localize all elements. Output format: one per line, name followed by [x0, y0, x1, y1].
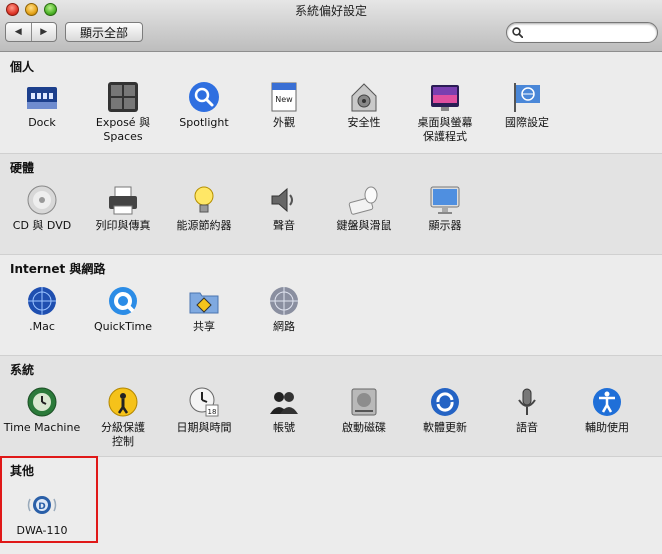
svg-text:New: New	[275, 95, 293, 104]
pref-label: 共享	[193, 320, 215, 333]
quicktime-icon	[106, 284, 140, 318]
accounts-icon	[267, 385, 301, 419]
cd-dvd-icon	[25, 183, 59, 217]
sharing-icon	[187, 284, 221, 318]
pref-appearance[interactable]: New 外觀	[244, 80, 324, 130]
pref-label: 日期與時間	[176, 421, 232, 434]
pref-parental-controls[interactable]: 分級保護 控制	[83, 385, 163, 449]
pref-label: 顯示器	[428, 219, 462, 232]
pref-energy-saver[interactable]: 能源節約器	[164, 183, 244, 233]
section-title: Internet 與網路	[10, 262, 106, 276]
section-title: 硬體	[10, 161, 35, 175]
section-other: 其他 D DWA-110	[0, 456, 662, 554]
date-time-icon: 18	[187, 385, 221, 419]
pref-label: 國際設定	[505, 116, 549, 129]
print-fax-icon	[106, 183, 140, 217]
section-personal: 個人 Dock Exposé 與 Spaces Spotlight New 外觀…	[0, 53, 662, 153]
time-machine-icon	[25, 385, 59, 419]
pref-startup-disk[interactable]: 啟動磁碟	[324, 385, 404, 435]
pref-label: 安全性	[347, 116, 381, 129]
pref-label: 分級保護 控制	[101, 421, 145, 448]
pref-quicktime[interactable]: QuickTime	[83, 284, 163, 334]
pref-dotmac[interactable]: .Mac	[2, 284, 82, 334]
pref-label: 鍵盤與滑鼠	[336, 219, 392, 232]
pref-cd-dvd[interactable]: CD 與 DVD	[2, 183, 82, 233]
section-title: 個人	[10, 60, 35, 74]
pref-network[interactable]: 網路	[244, 284, 324, 334]
pref-label: 語音	[516, 421, 538, 434]
pref-accounts[interactable]: 帳號	[244, 385, 324, 435]
pref-label: Exposé 與 Spaces	[95, 116, 151, 143]
keyboard-mouse-icon	[347, 183, 381, 217]
pref-speech[interactable]: 語音	[487, 385, 567, 435]
section-internet-network: Internet 與網路 .Mac QuickTime 共享 網路	[0, 254, 662, 355]
pref-label: 軟體更新	[423, 421, 467, 434]
pref-dock[interactable]: Dock	[2, 80, 82, 130]
network-icon	[267, 284, 301, 318]
pref-software-update[interactable]: 軟體更新	[405, 385, 485, 435]
back-button[interactable]: ◀	[6, 23, 31, 41]
pref-label: QuickTime	[93, 320, 153, 333]
energy-saver-icon	[187, 183, 221, 217]
security-icon	[347, 80, 381, 114]
pref-displays[interactable]: 顯示器	[405, 183, 485, 233]
dock-icon	[25, 80, 59, 114]
pref-sharing[interactable]: 共享	[164, 284, 244, 334]
pref-label: 列印與傳真	[95, 219, 151, 232]
search-icon	[512, 27, 523, 38]
pref-spotlight[interactable]: Spotlight	[164, 80, 244, 130]
pref-label: 網路	[273, 320, 295, 333]
pref-label: 外觀	[273, 116, 295, 129]
search-input[interactable]	[526, 26, 652, 39]
sound-icon	[267, 183, 301, 217]
pref-universal-access[interactable]: 輔助使用	[567, 385, 647, 435]
desktop-screensaver-icon	[428, 80, 462, 114]
pref-label: CD 與 DVD	[12, 219, 72, 232]
search-field[interactable]	[506, 22, 658, 43]
pref-label: 帳號	[273, 421, 295, 434]
window-title: 系統偏好設定	[294, 4, 367, 18]
show-all-button[interactable]: 顯示全部	[65, 22, 143, 42]
pref-label: 聲音	[273, 219, 295, 232]
pref-label: 能源節約器	[176, 219, 232, 232]
pref-sound[interactable]: 聲音	[244, 183, 324, 233]
startup-disk-icon	[347, 385, 381, 419]
back-forward-control: ◀ ▶	[5, 22, 57, 42]
dotmac-icon	[25, 284, 59, 318]
displays-icon	[428, 183, 462, 217]
pref-print-fax[interactable]: 列印與傳真	[83, 183, 163, 233]
pref-desktop-screensaver[interactable]: 桌面與螢幕 保護程式	[405, 80, 485, 144]
pref-label: 啟動磁碟	[342, 421, 386, 434]
section-hardware: 硬體 CD 與 DVD 列印與傳真 能源節約器 聲音 鍵盤與滑鼠 顯示器	[0, 153, 662, 254]
parental-controls-icon	[106, 385, 140, 419]
pref-security[interactable]: 安全性	[324, 80, 404, 130]
expose-spaces-icon	[106, 80, 140, 114]
section-title: 系統	[10, 363, 35, 377]
section-system: 系統 Time Machine 分級保護 控制 18 日期與時間 帳號 啟動磁碟…	[0, 355, 662, 456]
pref-expose-spaces[interactable]: Exposé 與 Spaces	[83, 80, 163, 144]
pref-keyboard-mouse[interactable]: 鍵盤與滑鼠	[324, 183, 404, 233]
svg-text:18: 18	[208, 408, 217, 416]
pref-date-time[interactable]: 18 日期與時間	[164, 385, 244, 435]
pref-label: .Mac	[29, 320, 55, 333]
speech-icon	[510, 385, 544, 419]
pref-time-machine[interactable]: Time Machine	[2, 385, 82, 435]
highlight-box	[0, 456, 98, 543]
spotlight-icon	[187, 80, 221, 114]
pref-international[interactable]: 國際設定	[487, 80, 567, 130]
forward-button[interactable]: ▶	[30, 23, 57, 41]
pref-label: 輔助使用	[585, 421, 629, 434]
pref-label: Time Machine	[3, 421, 81, 434]
software-update-icon	[428, 385, 462, 419]
window-titlebar: 系統偏好設定 ◀ ▶ 顯示全部	[0, 0, 662, 52]
pref-label: Spotlight	[179, 116, 229, 129]
universal-access-icon	[590, 385, 624, 419]
appearance-icon: New	[267, 80, 301, 114]
international-icon	[510, 80, 544, 114]
pref-label: 桌面與螢幕 保護程式	[417, 116, 473, 143]
pref-label: Dock	[28, 116, 56, 129]
